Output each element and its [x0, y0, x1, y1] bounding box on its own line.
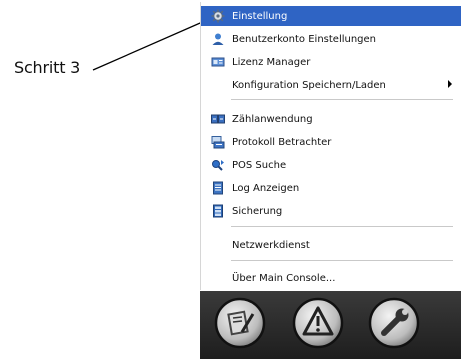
menu-separator	[231, 99, 453, 100]
menu-item-konfiguration[interactable]: Konfiguration Speichern/Laden	[201, 75, 461, 95]
edit-document-icon	[214, 297, 266, 349]
menu-item-zaehlanwendung[interactable]: Zählanwendung	[201, 109, 461, 129]
log-icon	[211, 181, 225, 195]
counter-icon	[211, 112, 225, 126]
pos-search-icon	[211, 158, 225, 172]
bottom-toolbar	[200, 291, 461, 359]
menu-separator	[231, 226, 453, 227]
license-card-icon	[211, 55, 225, 69]
menu-item-label: Einstellung	[232, 10, 288, 22]
menu-item-sicherung[interactable]: Sicherung	[201, 201, 461, 221]
protocol-viewer-icon	[211, 135, 225, 149]
user-icon	[211, 32, 225, 46]
menu-item-einstellung[interactable]: Einstellung	[201, 6, 461, 26]
warning-button[interactable]	[292, 297, 344, 349]
menu-item-label: Protokoll Betrachter	[232, 136, 332, 148]
menu-separator	[231, 260, 453, 261]
warning-icon	[292, 297, 344, 349]
menu-item-label: Log Anzeigen	[232, 182, 300, 194]
menu-item-log-anzeigen[interactable]: Log Anzeigen	[201, 178, 461, 198]
menu-item-pos-suche[interactable]: POS Suche	[201, 155, 461, 175]
menu-item-label: Zählanwendung	[232, 113, 313, 125]
menu-item-ueber-main-console[interactable]: Über Main Console...	[201, 268, 461, 288]
menu-item-label: Sicherung	[232, 205, 283, 217]
menu-item-label: Lizenz Manager	[232, 56, 311, 68]
wrench-icon	[368, 297, 420, 349]
menu-item-label: Benutzerkonto Einstellungen	[232, 33, 377, 45]
menu-item-label: Konfiguration Speichern/Laden	[232, 79, 386, 91]
context-menu: Einstellung Benutzerkonto Einstellungen …	[200, 2, 461, 290]
menu-item-benutzerkonto[interactable]: Benutzerkonto Einstellungen	[201, 29, 461, 49]
submenu-arrow-icon	[448, 80, 452, 88]
menu-item-label: Über Main Console...	[232, 272, 336, 284]
menu-item-protokoll-betrachter[interactable]: Protokoll Betrachter	[201, 132, 461, 152]
gear-icon	[211, 9, 225, 23]
settings-wrench-button[interactable]	[368, 297, 420, 349]
menu-item-lizenz-manager[interactable]: Lizenz Manager	[201, 52, 461, 72]
menu-item-label: Netzwerkdienst	[232, 239, 310, 251]
menu-item-netzwerkdienst[interactable]: Netzwerkdienst	[201, 235, 461, 255]
edit-document-button[interactable]	[214, 297, 266, 349]
step-annotation-label: Schritt 3	[14, 58, 81, 77]
menu-item-label: POS Suche	[232, 159, 287, 171]
backup-icon	[211, 204, 225, 218]
